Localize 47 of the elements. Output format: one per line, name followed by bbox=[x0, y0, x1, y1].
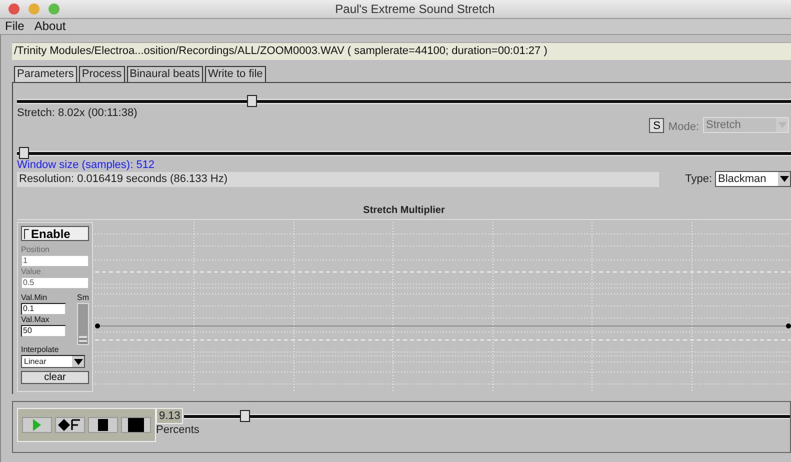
smooth-label: Sm bbox=[77, 293, 89, 303]
field-label: Value bbox=[21, 267, 42, 277]
input-field[interactable]: 50 bbox=[21, 325, 66, 337]
field-label: Position bbox=[21, 245, 50, 255]
slider-thumb[interactable] bbox=[247, 95, 257, 107]
square-icon bbox=[98, 419, 108, 431]
position-slider[interactable] bbox=[184, 410, 790, 422]
dropdown-arrow-icon bbox=[780, 176, 788, 182]
dropdown-arrow-icon bbox=[74, 358, 82, 364]
smooth-slider[interactable] bbox=[77, 303, 89, 345]
window-size-slider[interactable] bbox=[17, 147, 791, 159]
window-size-label: Window size (samples): 512 bbox=[17, 159, 156, 171]
play-icon bbox=[33, 419, 41, 431]
slider-thumb[interactable] bbox=[79, 336, 87, 344]
diamond-f-icon bbox=[58, 419, 82, 431]
tab[interactable]: Process bbox=[78, 66, 125, 82]
chart-title: Stretch Multiplier bbox=[362, 205, 446, 217]
freeze-button[interactable] bbox=[55, 417, 85, 433]
dropdown-arrow-icon bbox=[778, 122, 786, 128]
resolution-field: Resolution: 0.016419 seconds (86.133 Hz) bbox=[17, 172, 659, 186]
enable-checkbox[interactable]: Enable bbox=[21, 226, 89, 241]
interpolate-dropdown[interactable]: Linear bbox=[21, 355, 85, 368]
stretch-label: Stretch: 8.02x (00:11:38) bbox=[17, 107, 138, 121]
percents-label: Percents bbox=[156, 424, 200, 436]
s-button[interactable]: S bbox=[649, 118, 664, 133]
menu-item[interactable]: About bbox=[34, 19, 66, 34]
square-icon bbox=[128, 418, 144, 432]
position-value: 9.13 bbox=[156, 408, 184, 424]
clear-button[interactable]: clear bbox=[21, 371, 89, 384]
pause-button[interactable] bbox=[88, 417, 118, 433]
tab[interactable]: Write to file bbox=[204, 66, 266, 82]
window-controls-icon bbox=[8, 3, 62, 15]
menu-item[interactable]: File bbox=[5, 19, 24, 34]
field-label: Val.Min bbox=[21, 293, 48, 303]
field-label: Val.Max bbox=[21, 315, 50, 325]
type-label: Type: bbox=[685, 173, 712, 185]
type-dropdown[interactable]: Blackman bbox=[715, 171, 791, 187]
mode-label: Mode: bbox=[668, 121, 699, 133]
slider-thumb[interactable] bbox=[240, 410, 250, 422]
stop-button[interactable] bbox=[121, 417, 151, 433]
input-field[interactable]: 0.1 bbox=[21, 303, 66, 315]
window-title: Paul's Extreme Sound Stretch bbox=[334, 1, 496, 18]
tab[interactable]: Binaural beats bbox=[126, 66, 203, 82]
field-label: Interpolate bbox=[21, 345, 60, 355]
file-info-bar: /Trinity Modules/Electroa...osition/Recordings/ALL/ZOOM0003.WAV ( samplerate=44100; duration=00:01:27 ) bbox=[12, 42, 791, 60]
slider-thumb[interactable] bbox=[19, 147, 29, 159]
tab[interactable]: Parameters bbox=[14, 66, 77, 82]
